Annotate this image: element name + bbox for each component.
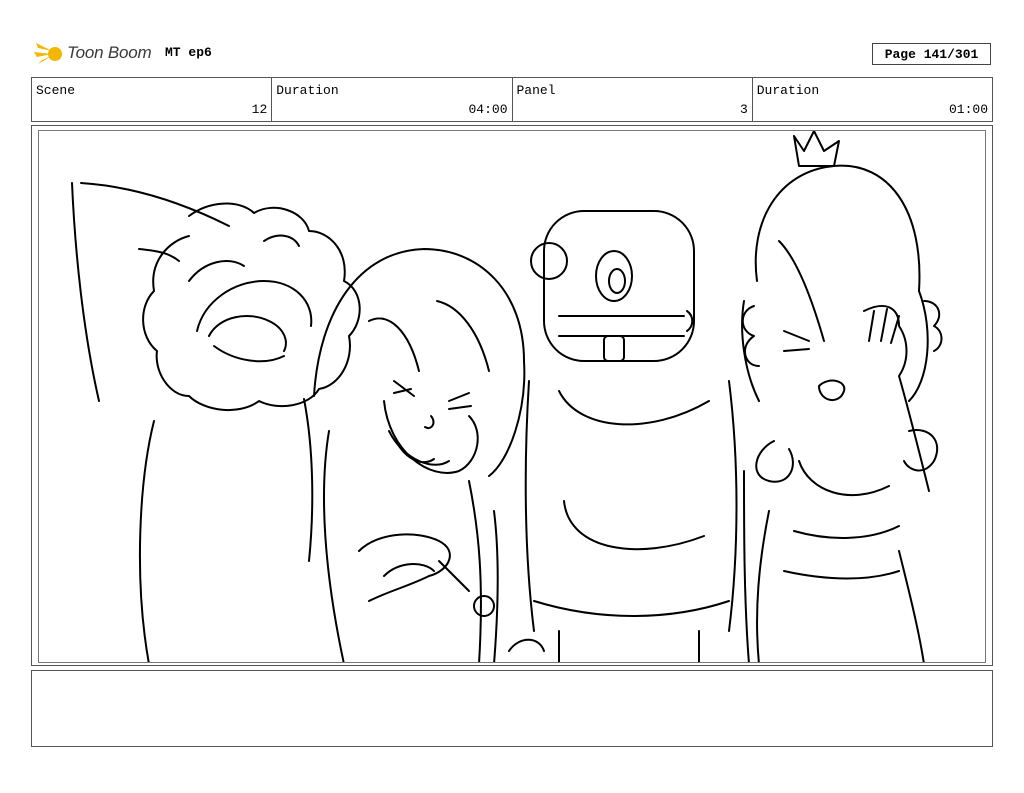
character-princess <box>741 131 943 662</box>
panel-cell: Panel 3 <box>513 78 753 121</box>
panel-value: 3 <box>739 102 748 117</box>
scene-label: Scene <box>36 83 76 98</box>
character-long-hair-girl <box>313 248 526 662</box>
scene-duration-value: 04:00 <box>468 102 508 117</box>
scene-cell: Scene 12 <box>32 78 273 121</box>
panel-info-bar: Scene 12 Duration 04:00 Panel 3 Duration… <box>31 77 993 122</box>
brand-name: Toon Boom <box>67 43 152 62</box>
page-number: Page 141/301 <box>872 43 991 65</box>
panel-duration-value: 01:00 <box>948 102 988 117</box>
comet-icon <box>34 43 62 64</box>
character-robot <box>508 210 738 662</box>
panel-label: Panel <box>516 83 556 98</box>
scene-duration-label: Duration <box>276 83 339 98</box>
action-notes-box <box>31 670 993 747</box>
panel-duration-cell: Duration 01:00 <box>753 78 992 121</box>
character-curly-hair <box>71 182 361 662</box>
episode-title: MT ep6 <box>165 45 212 60</box>
storyboard-drawing <box>38 130 986 663</box>
toon-boom-logo: Toon Boom <box>34 38 152 68</box>
panel-duration-label: Duration <box>756 83 820 98</box>
scene-value: 12 <box>251 102 268 117</box>
scene-duration-cell: Duration 04:00 <box>272 78 513 121</box>
